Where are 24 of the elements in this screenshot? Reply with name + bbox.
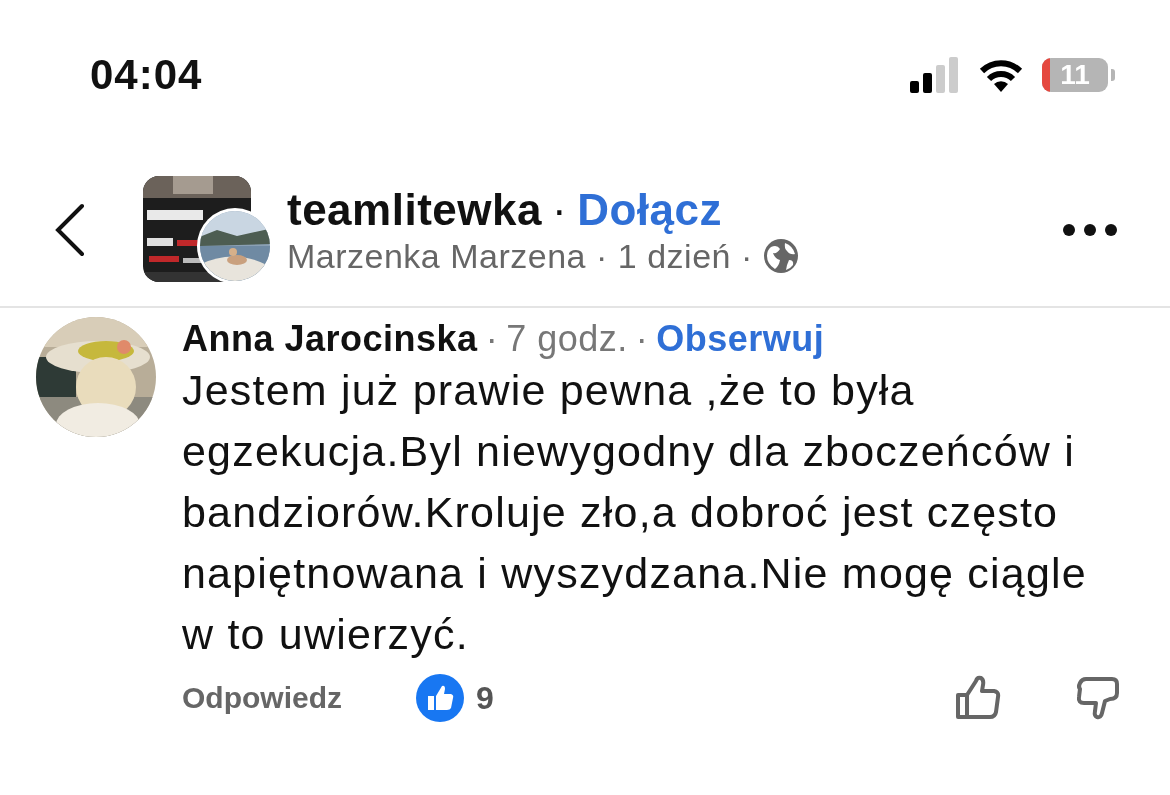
author-name[interactable]: Marzenka Marzena <box>287 236 586 276</box>
thumbs-up-icon[interactable] <box>954 675 1002 721</box>
join-link[interactable]: Dołącz <box>577 184 722 235</box>
follow-link[interactable]: Obserwuj <box>656 318 825 360</box>
back-icon[interactable] <box>54 203 86 257</box>
reply-link[interactable]: Odpowiedz <box>182 681 342 715</box>
signal-icon <box>910 57 960 93</box>
status-time: 04:04 <box>90 51 203 99</box>
separator-dot: · <box>741 236 753 276</box>
like-count: 9 <box>476 679 494 717</box>
thumbs-down-icon[interactable] <box>1074 675 1120 721</box>
separator-dot: · <box>551 184 568 235</box>
separator-dot: · <box>635 318 649 360</box>
more-options-icon[interactable] <box>1062 223 1118 237</box>
wifi-icon <box>978 58 1024 92</box>
comment-text: Jestem już prawie pewna ,że to była egzekucja.Byl niewygodny dla zboczeńców i bandziorów.Kroluje zło,a dobroć jest często napiętnowana i wyszydzana.Nie mogę ciągle w to uwierzyć. <box>182 365 1088 660</box>
separator-dot: · <box>485 318 499 360</box>
separator-dot: · <box>596 236 608 276</box>
comment-time: 7 godz. <box>506 318 628 360</box>
like-reaction-icon <box>416 674 464 722</box>
commenter-name[interactable]: Anna Jarocinska <box>182 318 478 360</box>
post-time: 1 dzień <box>617 236 731 276</box>
globe-icon <box>762 238 799 274</box>
group-name[interactable]: teamlitewka <box>287 184 542 235</box>
